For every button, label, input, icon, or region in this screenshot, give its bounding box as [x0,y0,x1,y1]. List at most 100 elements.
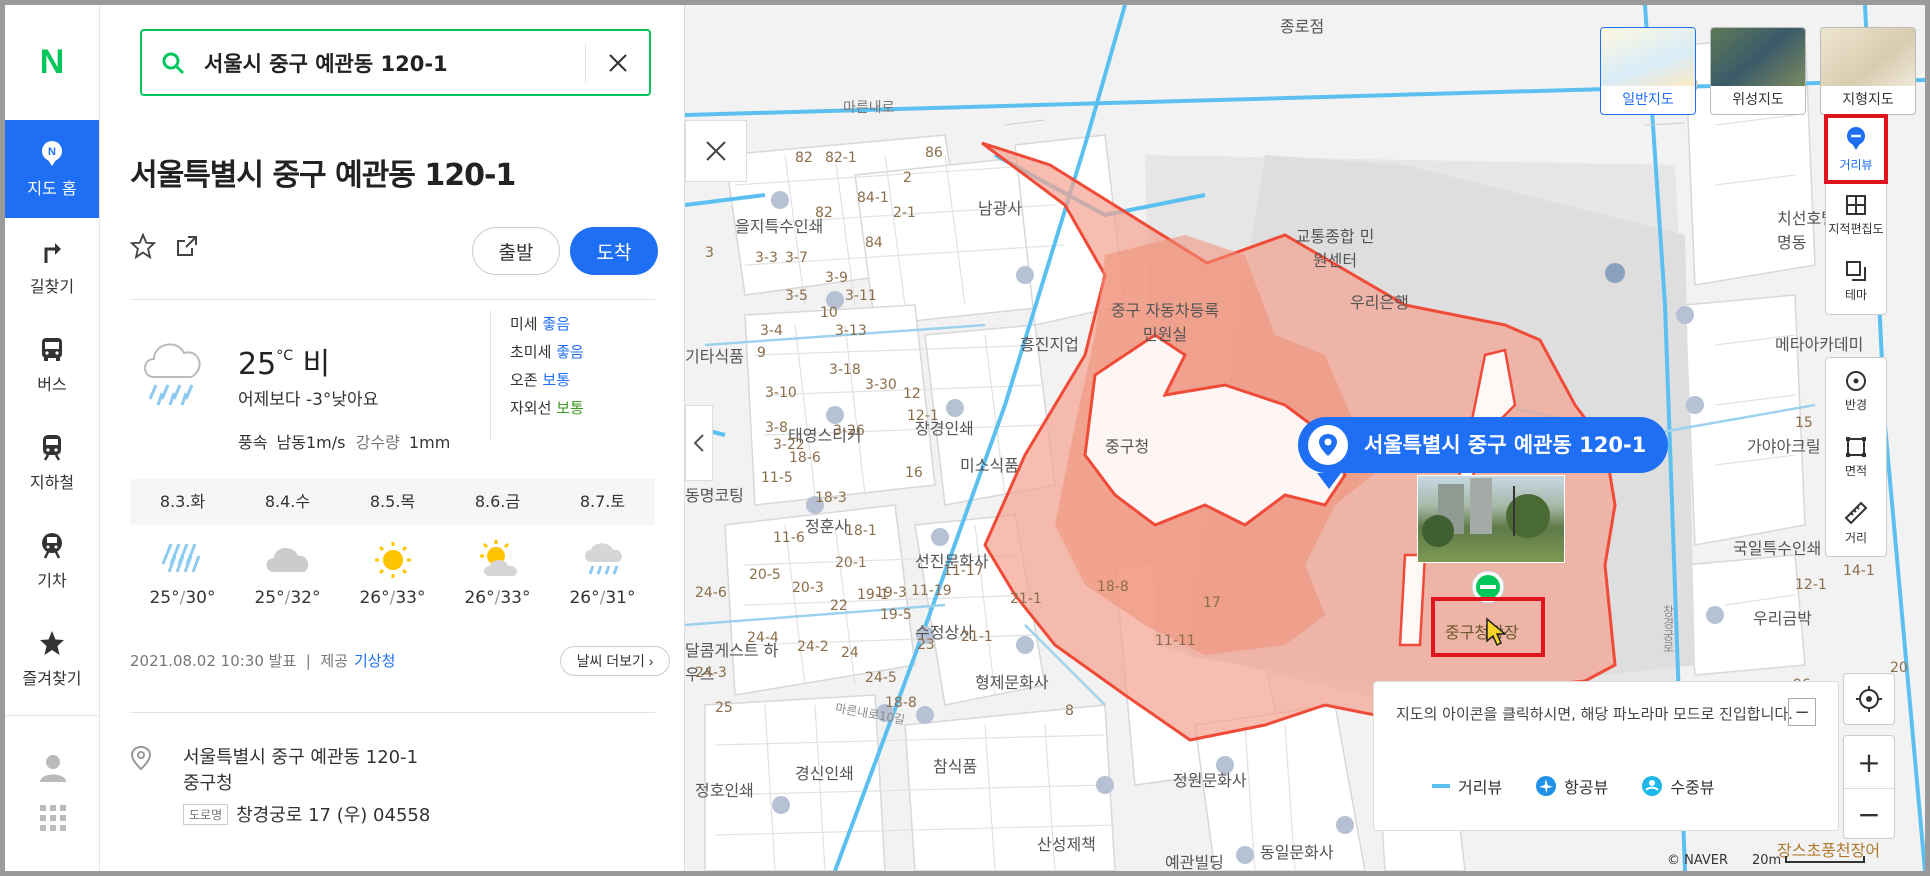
location-bubble[interactable]: 서울특별시 중구 예관동 120-1 [1298,417,1669,473]
lot-number: 20-5 [749,567,781,583]
provider-link[interactable]: 기상청 [354,652,395,670]
road-address: 도로명 창경궁로 17 (우) 04558 [183,801,430,827]
map-label[interactable]: 중구 자동차등록민원실 [1105,297,1225,345]
map-label[interactable]: 동일문화사 [1260,839,1334,863]
weather-more-button[interactable]: 날씨 더보기 › [560,646,670,676]
lot-number: 8 [1065,703,1074,719]
theme-button[interactable]: 테마 [1826,248,1886,314]
map-label[interactable]: 미소식품 [960,452,1019,476]
lot-number: 12 [903,386,921,402]
cadastral-map-button[interactable]: 지적편집도 [1826,182,1886,248]
road-label: 마른내로 [843,100,895,116]
bus-icon [42,338,62,361]
map-label[interactable]: 정호인쇄 [695,777,754,801]
air-quality: 미세 좋음 초미세 좋음 오존 보통 자외선 보통 [510,310,584,422]
forecast-icons [130,540,655,580]
location-pin-icon [1308,425,1348,465]
crosshair-icon [1856,686,1882,712]
rail-item-map-home[interactable]: N 지도 홈 [5,120,99,218]
map-label[interactable]: 교통종합 민원센터 [1290,223,1380,271]
map-credit: © NAVER [1667,853,1729,868]
arrive-button[interactable]: 도착 [570,227,658,275]
map-label[interactable]: 경신인쇄 [795,760,854,784]
map-label[interactable]: 국일특수인쇄 [1733,535,1821,559]
lot-number: 3-7 [785,250,808,266]
user-icon[interactable] [38,753,68,787]
street-view-thumbnail[interactable] [1417,475,1565,563]
zoom-out-button[interactable]: − [1844,788,1894,840]
rail-item-train[interactable]: 기차 [5,512,99,610]
map-label[interactable]: 참식품 [933,753,977,777]
map-label[interactable]: 형제문화사 [975,669,1049,693]
address-line: 서울특별시 중구 예관동 120-1 [183,747,419,768]
forecast-temp: 26°/33° [359,588,426,608]
place-actions [129,232,200,263]
search-icon[interactable] [142,51,204,75]
air-row: 오존 보통 [510,371,570,389]
map-label[interactable]: 남광사 [978,195,1022,219]
lot-number: 23 [917,637,935,653]
map-label[interactable]: 정원문화사 [1173,767,1247,791]
map-view[interactable]: 마른내로 종로점 을지특수인쇄 남광사 교통종합 민원센터 우리은행 중구 자동… [685,5,1925,871]
map-label[interactable]: 정훈사 [805,513,849,537]
map-label[interactable]: 중구청 [1105,433,1149,457]
radius-button[interactable]: 반경 [1826,358,1886,424]
street-line-icon [1432,784,1450,788]
apps-grid-icon[interactable] [40,805,66,835]
lot-number: 21-1 [961,629,993,645]
lot-number: 14-1 [1843,563,1875,579]
collapse-panel-button[interactable] [685,405,713,481]
map-label[interactable]: 우리금박 [1753,605,1812,629]
map-type-terrain[interactable]: 지형지도 [1820,27,1916,115]
favorite-star-icon[interactable] [129,232,157,263]
map-label[interactable]: 메타아카데미 [1775,331,1863,355]
cadastral-icon [1846,194,1866,215]
lot-number: 3-10 [765,385,797,401]
map-label[interactable]: 을지특수인쇄 [735,213,823,237]
map-type-satellite[interactable]: 위성지도 [1710,27,1806,115]
temp-compare: 어제보다 -3°낮아요 [238,390,379,410]
star-icon [40,631,64,655]
start-button[interactable]: 출발 [472,227,560,275]
rail-label: 길찾기 [29,277,75,296]
map-label[interactable]: 흥진지업 [1020,331,1079,355]
street-view-button[interactable]: 거리뷰 [1824,114,1888,184]
lot-number: 24-2 [797,639,829,655]
lot-number: 18-8 [885,695,917,711]
map-label[interactable]: 기타식품 [685,343,744,367]
map-label[interactable]: 산성제책 [1037,831,1096,855]
page-title: 서울특별시 중구 예관동 120-1 [130,158,516,193]
map-label[interactable]: 우리은행 [1350,289,1409,313]
legend-underwater-view: 수중뷰 [1642,774,1715,798]
map-label[interactable]: 가야아크릴 [1747,433,1821,457]
cloud-rain-icon [144,343,201,406]
map-tools: 거리뷰 지적편집도 테마 [1824,114,1888,315]
rail-item-directions[interactable]: 길찾기 [5,218,99,316]
minimize-hint-button[interactable]: − [1788,698,1816,726]
zoom-in-button[interactable]: + [1844,736,1894,788]
turn-arrow-icon [44,243,61,263]
lot-number: 24-4 [747,630,779,646]
clear-search-button[interactable] [585,42,649,83]
lot-number: 3-3 [755,250,778,266]
lot-number: 19-5 [880,607,912,623]
my-location-button[interactable] [1843,673,1895,725]
forecast-temp: 25°/32° [254,588,321,608]
map-label[interactable]: 예관빌딩 [1165,849,1224,871]
lot-number: 25 [715,700,733,716]
lot-number: 3-30 [865,377,897,393]
area-button[interactable]: 면적 [1826,424,1886,490]
distance-button[interactable]: 거리 [1826,490,1886,556]
close-panel-button[interactable] [685,120,747,182]
search-input[interactable] [204,50,585,75]
map-type-normal[interactable]: 일반지도 [1600,27,1696,115]
lot-number: 2-1 [893,205,916,221]
forecast-temp: 26°/31° [569,588,636,608]
rail-item-subway[interactable]: 지하철 [5,414,99,512]
share-icon[interactable] [174,233,200,263]
rail-item-bus[interactable]: 버스 [5,316,99,414]
location-pin-icon [130,745,152,771]
naver-logo[interactable]: N [5,5,99,120]
map-label[interactable]: 동명코팅 [685,482,744,506]
rail-item-favorites[interactable]: 즐겨찾기 [5,610,99,708]
